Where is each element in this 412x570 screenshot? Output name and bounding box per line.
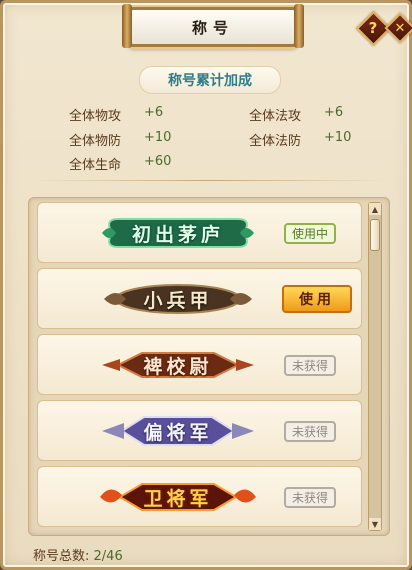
stat-label: 全体法防 (249, 134, 302, 149)
title-emblem: 小兵甲 (98, 277, 258, 321)
title-row-5[interactable]: 卫将军 未获得 (37, 466, 362, 527)
title-row-3[interactable]: 裨校尉 未获得 (37, 334, 362, 395)
not-obtained-button[interactable]: 未获得 (284, 487, 336, 508)
stat-label: 全体法攻 (249, 109, 302, 124)
title-name: 卫将军 (143, 487, 213, 510)
not-obtained-button[interactable]: 未获得 (284, 355, 336, 376)
title-name: 偏将军 (143, 421, 213, 444)
window-title-plaque: 称号 (122, 4, 304, 48)
title-name: 裨校尉 (143, 355, 213, 378)
title-count-value: 2/46 (93, 549, 123, 564)
title-row-2[interactable]: 小兵甲 使用 (37, 268, 362, 329)
title-window: 称号 ? ✕ 称号累计加成 全体物攻 +6 全体法攻 +6 全体物防 +10 全… (0, 0, 412, 570)
list-scrollbar[interactable]: ▲ ▼ (368, 202, 382, 531)
title-emblem: 卫将军 (98, 475, 258, 519)
title-count: 称号总数: 2/46 (33, 545, 123, 564)
scroll-up-icon[interactable]: ▲ (369, 203, 381, 215)
stat-phys-attack: 全体物攻 +6 (69, 105, 163, 124)
question-icon: ? (368, 19, 378, 37)
divider (33, 180, 385, 181)
title-row-4[interactable]: 偏将军 未获得 (37, 400, 362, 461)
bonus-heading: 称号累计加成 (139, 66, 281, 94)
use-button[interactable]: 使用 (282, 285, 352, 313)
close-icon: ✕ (394, 20, 406, 36)
window-title: 称号 (191, 18, 234, 37)
stat-value: +6 (144, 105, 164, 120)
title-emblem: 初出茅庐 (98, 211, 258, 255)
title-emblem: 偏将军 (98, 409, 258, 453)
stat-magic-attack: 全体法攻 +6 (249, 105, 343, 124)
not-obtained-button[interactable]: 未获得 (284, 421, 336, 442)
stat-value: +60 (144, 154, 172, 169)
stat-label: 全体物防 (69, 134, 122, 149)
stat-label: 全体物攻 (69, 109, 122, 124)
scroll-thumb[interactable] (370, 219, 380, 251)
scroll-down-icon[interactable]: ▼ (369, 518, 381, 530)
title-row-1[interactable]: 初出茅庐 使用中 (37, 202, 362, 263)
stat-value: +10 (324, 130, 352, 145)
title-name: 小兵甲 (143, 289, 213, 312)
stat-value: +6 (324, 105, 344, 120)
title-list[interactable]: 初出茅庐 使用中 小兵甲 使用 裨校尉 未获得 偏将军 未获得 卫将军 未获得 … (28, 197, 390, 536)
title-count-label: 称号总数: (33, 549, 90, 564)
stat-magic-defense: 全体法防 +10 (249, 130, 351, 149)
stat-hp: 全体生命 +60 (69, 154, 171, 173)
stat-value: +10 (144, 130, 172, 145)
in-use-button[interactable]: 使用中 (284, 223, 336, 244)
close-button[interactable]: ✕ (384, 12, 412, 44)
stat-label: 全体生命 (69, 158, 122, 173)
stat-phys-defense: 全体物防 +10 (69, 130, 171, 149)
title-name: 初出茅庐 (131, 223, 224, 246)
title-emblem: 裨校尉 (98, 343, 258, 387)
